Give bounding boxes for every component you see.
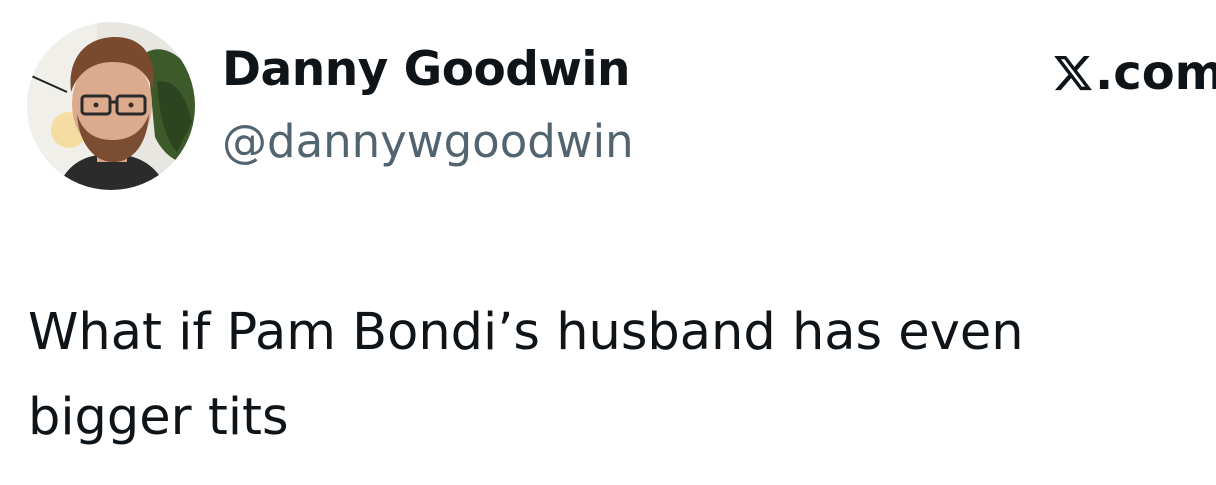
tweet-card: Danny Goodwin @dannywgoodwin .com What i…	[0, 0, 1216, 485]
tweet-text: What if Pam Bondi’s husband has even big…	[28, 303, 1024, 447]
avatar[interactable]	[27, 22, 195, 190]
x-domain-text: .com	[1095, 45, 1216, 101]
author-display-name[interactable]: Danny Goodwin	[222, 40, 630, 100]
x-brand-logo: .com	[1052, 38, 1216, 108]
avatar-image	[27, 22, 195, 190]
x-logo-icon	[1054, 55, 1092, 91]
author-handle[interactable]: @dannywgoodwin	[222, 112, 634, 172]
